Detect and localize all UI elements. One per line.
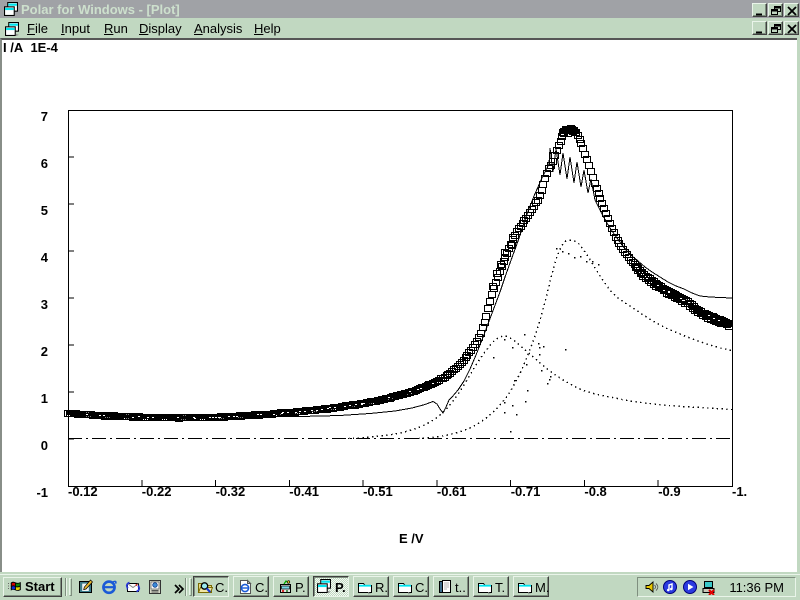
svg-text:4: 4 [41, 250, 49, 265]
svg-text:5: 5 [41, 203, 48, 218]
svg-text:-1.: -1. [732, 484, 747, 499]
svg-text:2: 2 [41, 344, 48, 359]
svg-text:0: 0 [41, 438, 48, 453]
svg-text:-0.71: -0.71 [511, 484, 541, 499]
svg-text:-0.8: -0.8 [584, 484, 606, 499]
svg-text:-0.61: -0.61 [437, 484, 467, 499]
svg-text:-0.32: -0.32 [216, 484, 246, 499]
svg-text:-0.12: -0.12 [68, 484, 98, 499]
svg-text:-0.22: -0.22 [142, 484, 172, 499]
svg-text:-1: -1 [36, 485, 48, 500]
svg-text:7: 7 [41, 109, 48, 124]
svg-text:-0.9: -0.9 [658, 484, 680, 499]
svg-text:E /V: E /V [399, 531, 424, 546]
svg-text:3: 3 [41, 297, 48, 312]
svg-text:6: 6 [41, 156, 48, 171]
svg-text:1: 1 [41, 391, 48, 406]
svg-text:-0.51: -0.51 [363, 484, 393, 499]
svg-text:-0.41: -0.41 [289, 484, 319, 499]
svg-text:I /A 1E-4: I /A 1E-4 [3, 40, 59, 55]
